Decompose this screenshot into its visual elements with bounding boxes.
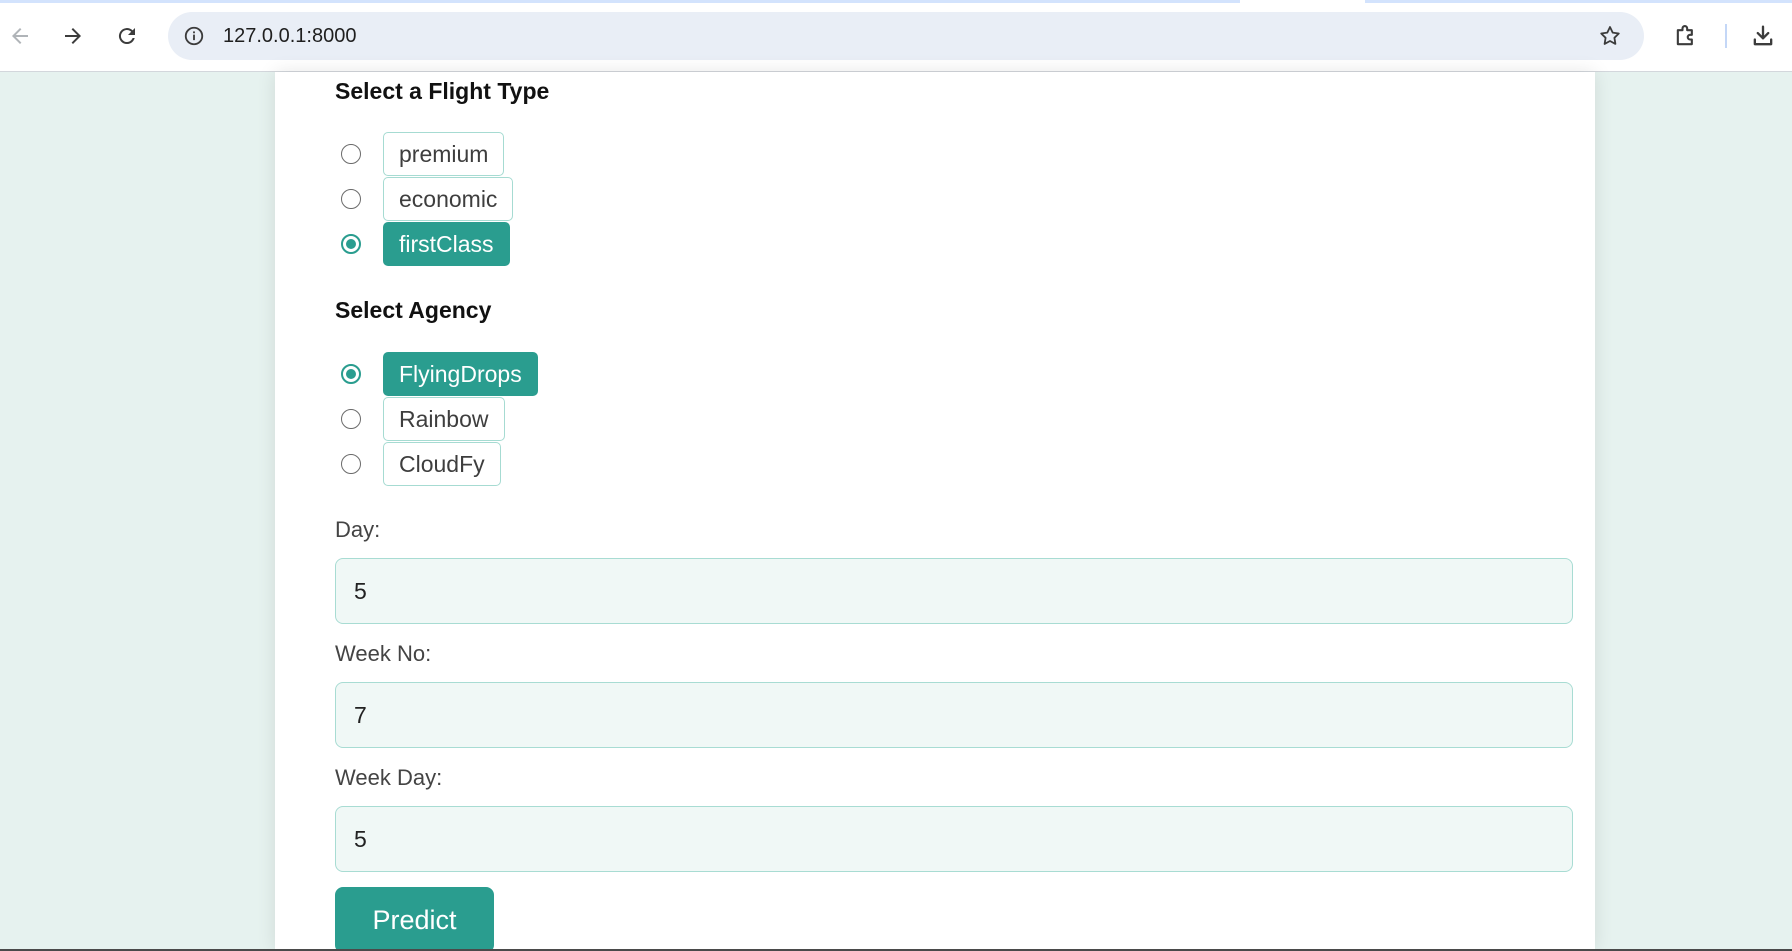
agency-option-cloudfy[interactable]: CloudFy — [341, 442, 501, 486]
url-text[interactable]: 127.0.0.1:8000 — [223, 25, 356, 48]
predict-button[interactable]: Predict — [335, 887, 494, 951]
flight-type-option-premium[interactable]: premium — [341, 132, 505, 176]
radio-button[interactable] — [341, 144, 361, 164]
day-input[interactable] — [335, 558, 1573, 624]
reload-icon[interactable] — [111, 20, 143, 52]
extensions-icon[interactable] — [1672, 22, 1700, 50]
radio-button[interactable] — [341, 409, 361, 429]
week-day-label: Week Day: — [335, 765, 443, 790]
option-label[interactable]: firstClass — [383, 222, 510, 266]
flight-type-title: Select a Flight Type — [335, 78, 550, 104]
option-label[interactable]: CloudFy — [383, 442, 501, 486]
info-icon[interactable] — [182, 24, 206, 48]
toolbar-divider — [1725, 24, 1727, 48]
forward-icon[interactable] — [57, 20, 89, 52]
option-label[interactable]: premium — [383, 132, 505, 176]
radio-button[interactable] — [341, 189, 361, 209]
flight-type-option-economic[interactable]: economic — [341, 177, 514, 221]
star-icon[interactable] — [1598, 24, 1622, 48]
address-bar[interactable]: 127.0.0.1:8000 — [168, 12, 1644, 60]
loading-indicator — [1365, 0, 1792, 3]
loading-indicator — [0, 0, 1240, 3]
week-day-input[interactable] — [335, 806, 1573, 872]
week-no-input[interactable] — [335, 682, 1573, 748]
back-icon[interactable] — [4, 20, 36, 52]
form-card: Select a Flight Type premium economic fi… — [275, 72, 1595, 951]
radio-button-checked[interactable] — [341, 234, 361, 254]
radio-button-checked[interactable] — [341, 364, 361, 384]
week-no-label: Week No: — [335, 641, 432, 666]
agency-title: Select Agency — [335, 297, 492, 323]
flight-type-option-firstclass[interactable]: firstClass — [341, 222, 510, 266]
browser-toolbar: 127.0.0.1:8000 — [0, 0, 1792, 72]
agency-option-rainbow[interactable]: Rainbow — [341, 397, 505, 441]
download-icon[interactable] — [1749, 22, 1777, 50]
option-label[interactable]: Rainbow — [383, 397, 505, 441]
option-label[interactable]: economic — [383, 177, 514, 221]
day-label: Day: — [335, 517, 381, 542]
radio-button[interactable] — [341, 454, 361, 474]
agency-option-flyingdrops[interactable]: FlyingDrops — [341, 352, 538, 396]
option-label[interactable]: FlyingDrops — [383, 352, 538, 396]
